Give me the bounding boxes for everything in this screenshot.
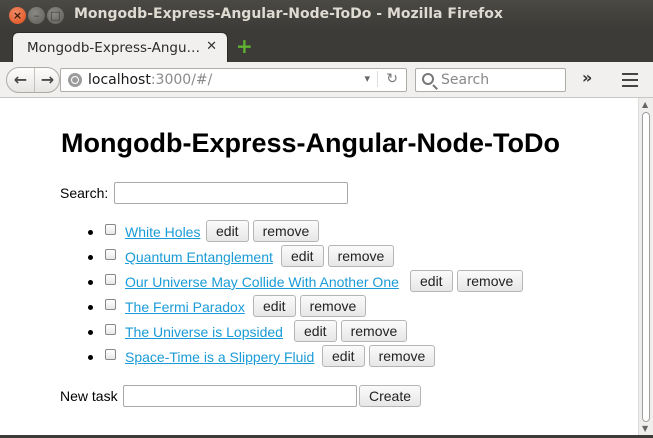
remove-button[interactable]: remove (456, 270, 524, 292)
edit-button[interactable]: edit (294, 320, 337, 342)
url-host: localhost (88, 72, 151, 88)
todo-actions: edit remove (253, 295, 367, 317)
todo-checkbox[interactable] (105, 274, 116, 285)
remove-button[interactable]: remove (368, 345, 436, 367)
edit-button[interactable]: edit (322, 345, 365, 367)
new-tab-icon[interactable]: + (236, 36, 253, 56)
remove-button[interactable]: remove (252, 220, 320, 242)
back-arrow-icon[interactable]: ← (7, 68, 34, 92)
page-content: Mongodb-Express-Angular-Node-ToDo Search… (0, 98, 638, 435)
todo-checkbox[interactable] (105, 324, 116, 335)
window-close-button[interactable]: × (9, 7, 26, 24)
scroll-up-arrow-icon[interactable]: ▲ (642, 100, 648, 109)
globe-icon (68, 73, 82, 87)
todo-link[interactable]: Quantum Entanglement (125, 249, 273, 265)
tab-close-icon[interactable]: ✕ (206, 39, 217, 54)
todo-actions: edit remove (206, 220, 320, 242)
todo-link[interactable]: The Universe is Lopsided (125, 324, 283, 340)
bullet (88, 280, 93, 285)
window-titlebar: × – □ Mongodb-Express-Angular-Node-ToDo … (0, 0, 653, 30)
url-text[interactable]: localhost:3000/#/ (88, 72, 212, 88)
new-task-input[interactable] (123, 385, 357, 407)
vertical-scrollbar[interactable]: ▲ ▼ (638, 98, 653, 435)
todo-checkbox[interactable] (105, 299, 116, 310)
bullet (88, 330, 93, 335)
tab-strip: Mongodb-Express-Angu… ✕ + (0, 30, 653, 62)
todo-checkbox[interactable] (105, 249, 116, 260)
url-bar[interactable]: localhost:3000/#/ ▾ ↻ (60, 68, 407, 92)
scrollbar-thumb[interactable] (642, 112, 650, 422)
todo-actions: edit remove (410, 270, 524, 292)
create-button[interactable]: Create (359, 385, 422, 407)
todo-link[interactable]: The Fermi Paradox (125, 299, 245, 315)
page-title: Mongodb-Express-Angular-Node-ToDo (61, 128, 560, 158)
search-label: Search: (60, 185, 109, 201)
todo-actions: edit remove (294, 320, 408, 342)
tab-active[interactable]: Mongodb-Express-Angu… ✕ (12, 32, 228, 62)
search-icon (422, 73, 434, 85)
navigation-toolbar: ← → localhost:3000/#/ ▾ ↻ Search » (0, 62, 653, 98)
window-maximize-button[interactable]: □ (47, 7, 64, 24)
forward-arrow-icon[interactable]: → (34, 68, 60, 92)
todo-actions: edit remove (281, 245, 395, 267)
todo-link[interactable]: White Holes (125, 224, 200, 240)
todo-link[interactable]: Our Universe May Collide With Another On… (125, 274, 399, 290)
edit-button[interactable]: edit (206, 220, 249, 242)
url-path: :3000/#/ (150, 72, 213, 88)
bullet (88, 255, 93, 260)
bullet (88, 230, 93, 235)
back-forward-group: ← → (6, 67, 60, 93)
hamburger-menu-icon[interactable] (622, 73, 638, 87)
new-task-label: New task (60, 388, 118, 404)
window-title: Mongodb-Express-Angular-Node-ToDo - Mozi… (74, 6, 503, 22)
search-input[interactable] (114, 182, 348, 204)
reload-icon[interactable]: ↻ (377, 71, 398, 87)
tab-label: Mongodb-Express-Angu… (27, 40, 201, 56)
todo-link[interactable]: Space-Time is a Slippery Fluid (125, 349, 314, 365)
window-minimize-button[interactable]: – (28, 7, 45, 24)
edit-button[interactable]: edit (253, 295, 296, 317)
todo-checkbox[interactable] (105, 349, 116, 360)
todo-checkbox[interactable] (105, 224, 116, 235)
edit-button[interactable]: edit (410, 270, 453, 292)
bullet (88, 355, 93, 360)
todo-actions: edit remove (322, 345, 436, 367)
toolbar-overflow-icon[interactable]: » (582, 68, 592, 87)
browser-search-placeholder: Search (441, 72, 490, 88)
browser-search-bar[interactable]: Search (415, 68, 566, 92)
remove-button[interactable]: remove (327, 245, 395, 267)
edit-button[interactable]: edit (281, 245, 324, 267)
remove-button[interactable]: remove (340, 320, 408, 342)
remove-button[interactable]: remove (299, 295, 367, 317)
bullet (88, 305, 93, 310)
url-dropdown-icon[interactable]: ▾ (364, 72, 370, 85)
scroll-down-arrow-icon[interactable]: ▼ (642, 424, 648, 433)
